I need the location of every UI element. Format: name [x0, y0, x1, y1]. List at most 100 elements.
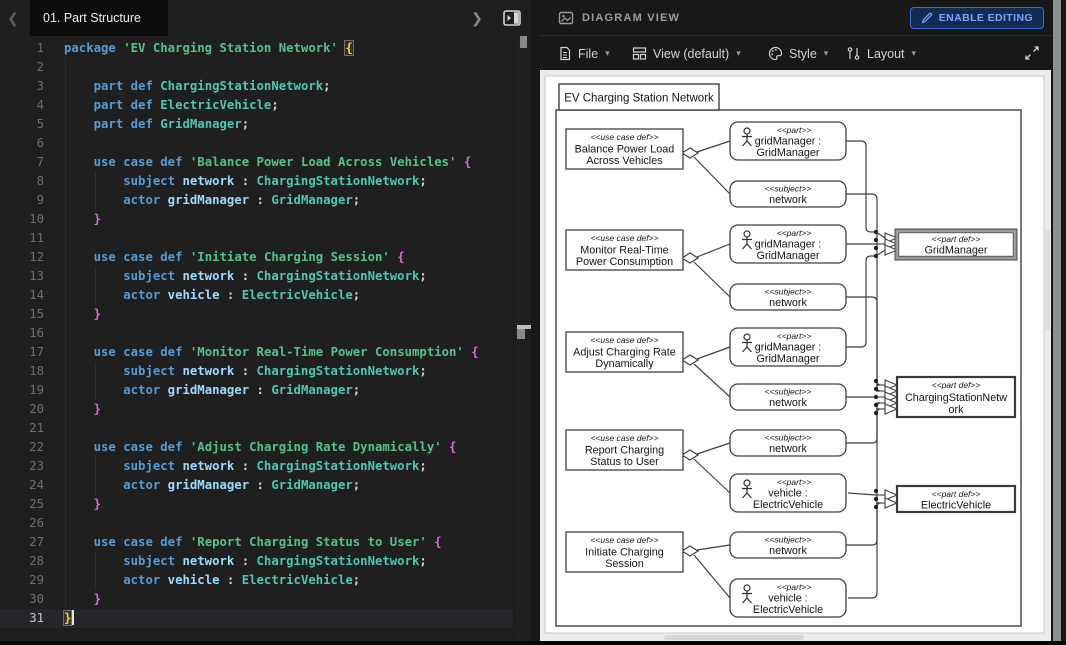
- code-line: 20 }: [0, 400, 513, 419]
- code-line: 27 use case def 'Report Charging Status …: [0, 533, 513, 552]
- node-label: ork: [949, 404, 965, 416]
- app-window: ❮ 01. Part Structure ❯ 1 package 'EV Char…: [0, 0, 1066, 645]
- part-node[interactable]: <<part>>vehicle :ElectricVehicle: [729, 578, 847, 618]
- line-text: part def ElectricVehicle;: [93, 98, 279, 112]
- line-text: }: [93, 307, 102, 321]
- chevron-down-icon: ▾: [911, 48, 917, 58]
- line-number: 24: [29, 478, 44, 492]
- view-menu[interactable]: View (default) ▾: [632, 37, 741, 70]
- line-number: 1: [36, 41, 44, 55]
- line-number: 22: [29, 440, 44, 454]
- diagram-canvas[interactable]: EV Charging Station Network <<use case de…: [540, 70, 1051, 641]
- part-def-node[interactable]: <<part def>>GridManager: [894, 228, 1018, 261]
- line-text: actor vehicle : ElectricVehicle;: [123, 288, 361, 302]
- diagram-hscrollbar-thumb[interactable]: [664, 635, 804, 640]
- node-label: <<part>>: [777, 331, 812, 341]
- line-number: 5: [36, 117, 44, 131]
- line-number: 30: [29, 592, 44, 606]
- connector-dot: [873, 378, 879, 384]
- layout-menu[interactable]: Layout ▾: [846, 37, 916, 70]
- chevron-down-icon: ▾: [823, 48, 829, 58]
- line-number: 25: [29, 497, 44, 511]
- line-number: 21: [29, 421, 44, 435]
- use-case-node[interactable]: <<use case def>> Adjust Charging RateDyna…: [565, 331, 684, 373]
- line-text: subject network : ChargingStationNetwork…: [123, 174, 427, 188]
- line-number: 29: [29, 573, 44, 587]
- node-label: <<subject>>: [765, 184, 812, 194]
- code-line: 6: [0, 134, 513, 153]
- enable-editing-button[interactable]: ENABLE EDITING: [909, 7, 1044, 29]
- node-label: Monitor Real-Time: [580, 245, 668, 257]
- window-scrollbar[interactable]: [1052, 0, 1066, 645]
- prev-tab-chevron-icon[interactable]: ❮: [2, 0, 24, 36]
- subject-node[interactable]: <<subject>>network: [729, 429, 847, 457]
- code-line: 22 use case def 'Adjust Charging Rate Dy…: [0, 438, 513, 457]
- indent-guide: [95, 267, 96, 305]
- pane-divider[interactable]: [531, 0, 540, 641]
- code-line: 17 use case def 'Monitor Real-Time Power…: [0, 343, 513, 362]
- line-number: 28: [29, 554, 44, 568]
- part-def-node[interactable]: <<part def>> ChargingStationNetwork: [895, 375, 1017, 419]
- use-case-node[interactable]: <<use case def>> Balance Power LoadAcross…: [565, 128, 684, 170]
- bottom-bar: [0, 641, 1066, 645]
- line-number: 2: [36, 60, 44, 74]
- file-menu[interactable]: File ▾: [558, 37, 610, 70]
- node-label: network: [769, 397, 807, 409]
- diagram-icon: [558, 10, 574, 26]
- text-cursor: [72, 610, 75, 625]
- node-label: <<use case def>>: [590, 535, 658, 545]
- line-number: 13: [29, 269, 44, 283]
- code-line: 12 use case def 'Initiate Charging Sessi…: [0, 248, 513, 267]
- code-line: 11: [0, 229, 513, 248]
- indent-guide: [65, 58, 66, 608]
- diagram-vscrollbar-thumb[interactable]: [1045, 230, 1051, 330]
- line-text: subject network : ChargingStationNetwork…: [123, 364, 427, 378]
- node-label: ElectricVehicle: [921, 500, 991, 512]
- indent-guide: [95, 552, 96, 590]
- code-line: 8 subject network : ChargingStationNetwo…: [0, 172, 513, 191]
- node-label: ChargingStationNetw: [905, 392, 1007, 404]
- use-case-node[interactable]: <<use case def>> Report ChargingStatus to…: [565, 429, 684, 471]
- code-line: 29 actor vehicle : ElectricVehicle;: [0, 571, 513, 590]
- expand-diagram-icon[interactable]: [1024, 45, 1040, 66]
- part-node[interactable]: <<part>>gridManager :GridManager: [729, 224, 847, 264]
- line-text: package 'EV Charging Station Network' {: [64, 40, 354, 56]
- line-text: }: [93, 592, 102, 606]
- node-label: <<part>>: [777, 125, 812, 135]
- subject-node[interactable]: <<subject>>network: [729, 180, 847, 208]
- editor-tab-bar: ❮ 01. Part Structure ❯: [0, 0, 540, 36]
- node-label: <<use case def>>: [590, 233, 658, 243]
- code-line: 4 part def ElectricVehicle;: [0, 96, 513, 115]
- use-case-node[interactable]: <<use case def>> Monitor Real-TimePower C…: [565, 229, 684, 271]
- connector-dot: [873, 504, 879, 510]
- code-editor[interactable]: 1 package 'EV Charging Station Network' {…: [0, 36, 540, 641]
- part-node[interactable]: <<part>>gridManager :GridManager: [729, 327, 847, 367]
- use-case-node[interactable]: <<use case def>> Initiate ChargingSession: [565, 531, 684, 573]
- connector-dot: [873, 245, 879, 251]
- node-label: Status to User: [590, 456, 659, 468]
- node-label: Across Vehicles: [586, 155, 663, 167]
- code-line: 26: [0, 514, 513, 533]
- split-editor-icon[interactable]: [500, 7, 524, 29]
- subject-node[interactable]: <<subject>>network: [729, 383, 847, 411]
- line-text: subject network : ChargingStationNetwork…: [123, 459, 427, 473]
- diagram-view-title: DIAGRAM VIEW: [582, 11, 681, 24]
- code-line: 16: [0, 324, 513, 343]
- subject-node[interactable]: <<subject>>network: [729, 531, 847, 559]
- line-number: 18: [29, 364, 44, 378]
- part-node[interactable]: <<part>>gridManager :GridManager: [729, 121, 847, 161]
- next-tab-chevron-icon[interactable]: ❯: [466, 0, 488, 36]
- subject-node[interactable]: <<subject>>network: [729, 283, 847, 311]
- line-text: part def ChargingStationNetwork;: [93, 79, 331, 93]
- indent-guide: [95, 457, 96, 495]
- tab-part-structure[interactable]: 01. Part Structure: [30, 0, 168, 36]
- part-def-node[interactable]: <<part def>>ElectricVehicle: [895, 484, 1017, 514]
- line-text: subject network : ChargingStationNetwork…: [123, 554, 427, 568]
- node-label: <<use case def>>: [590, 132, 658, 142]
- line-text: }: [93, 402, 102, 416]
- node-label: <<part def>>: [932, 380, 981, 390]
- part-node[interactable]: <<part>>vehicle :ElectricVehicle: [729, 473, 847, 513]
- style-menu[interactable]: Style ▾: [768, 37, 828, 70]
- window-scrollbar-thumb[interactable]: [1053, 0, 1061, 645]
- editor-overview-ruler[interactable]: [513, 36, 532, 641]
